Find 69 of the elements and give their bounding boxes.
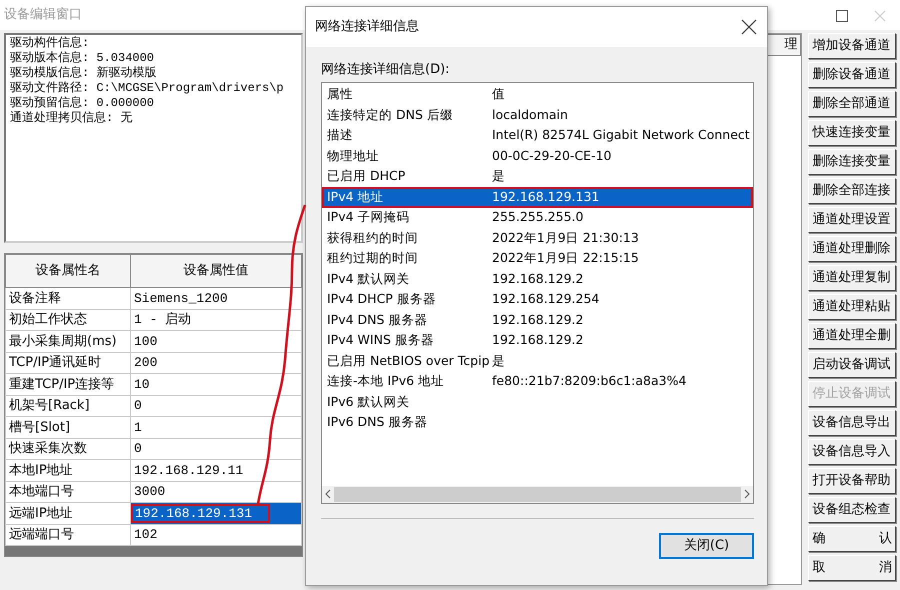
table-cell[interactable]: 0 — [130, 438, 302, 460]
action-button[interactable]: 设备组态检查 — [808, 497, 896, 523]
action-button[interactable]: 通道处理复制 — [808, 265, 896, 291]
scroll-thumb[interactable] — [334, 486, 741, 502]
table-cell: 最小采集周期(ms) — [6, 330, 130, 352]
list-row[interactable]: IPv6 DNS 服务器 — [322, 412, 753, 433]
scrollbar[interactable] — [322, 486, 753, 502]
list-row[interactable]: 获得租约的时间 2022年1月9日 21:30:13 — [322, 228, 753, 248]
column-header: 值 — [492, 85, 506, 104]
action-button[interactable]: 取 消 — [808, 555, 896, 581]
table-cell[interactable]: 192.168.129.11 — [130, 460, 302, 481]
action-button[interactable]: 通道处理删除 — [808, 236, 896, 262]
list-row[interactable]: IPv4 DHCP 服务器 192.168.129.254 — [322, 290, 753, 310]
table-cell[interactable]: 0 — [130, 395, 302, 416]
table-cell: 本地IP地址 — [6, 460, 130, 481]
list-row[interactable]: IPv4 WINS 服务器 192.168.129.2 — [322, 330, 753, 351]
action-button[interactable]: 删除全部连接 — [808, 178, 896, 204]
action-button[interactable]: 设备信息导入 — [808, 439, 896, 465]
list-row[interactable]: 已启用 DHCP 是 — [322, 166, 753, 187]
scrollbar[interactable] — [5, 546, 302, 556]
table-cell[interactable]: 1 - 启动 — [130, 309, 302, 330]
list-label: 网络连接详细信息(D): — [321, 61, 451, 79]
column-header: 设备属性值 — [130, 254, 302, 288]
list-row[interactable]: IPv4 DNS 服务器 192.168.129.2 — [322, 310, 753, 330]
list-row[interactable]: 描述 Intel(R) 82574L Gigabit Network Connect — [322, 126, 753, 146]
action-button[interactable]: 增加设备通道 — [808, 33, 896, 59]
action-button[interactable]: 快速连接变量 — [808, 120, 896, 146]
table-cell[interactable]: Siemens_1200 — [130, 288, 302, 309]
column-header: 设备属性名 — [6, 254, 130, 288]
table-cell: TCP/IP通讯延时 — [6, 352, 130, 374]
list-row[interactable]: IPv4 地址 192.168.129.131 — [322, 187, 753, 208]
action-button[interactable]: 启动设备调试 — [808, 352, 896, 378]
action-button[interactable]: 设备信息导出 — [808, 410, 896, 436]
table-cell: 初始工作状态 — [6, 309, 130, 330]
list-row[interactable]: IPv4 子网掩码 255.255.255.0 — [322, 208, 753, 228]
table-cell: 机架号[Rack] — [6, 395, 130, 416]
list-row[interactable]: 连接-本地 IPv6 地址 fe80::21b7:8209:b6c1:a8a3%4 — [322, 372, 753, 392]
list-row[interactable]: 连接特定的 DNS 后缀 localdomain — [322, 105, 753, 126]
action-button[interactable]: 通道处理设置 — [808, 207, 896, 233]
list-row[interactable]: 租约过期的时间 2022年1月9日 22:15:15 — [322, 248, 753, 269]
action-button[interactable]: 通道处理全删 — [808, 323, 896, 349]
table-cell: 槽号[Slot] — [6, 416, 130, 438]
action-button[interactable]: 打开设备帮助 — [808, 468, 896, 494]
table-cell[interactable]: 10 — [130, 374, 302, 395]
close-button[interactable]: 关闭(C) — [659, 532, 754, 558]
action-button[interactable]: 删除连接变量 — [808, 149, 896, 175]
table-cell: 快速采集次数 — [6, 438, 130, 460]
table-cell: 远端IP地址 — [6, 502, 130, 524]
column-header: 属性 — [327, 85, 354, 104]
driver-info-text: 驱动构件信息: 驱动版本信息: 5.034000 驱动模版信息: 新驱动模版 驱动文件路径: C:\MCGSE\Program\drivers\p 驱动预留信息: 0.000000 通道处理拷贝信息: 无 — [4, 33, 303, 243]
table-cell[interactable]: 100 — [130, 330, 302, 352]
action-button[interactable]: 通道处理粘贴 — [808, 294, 896, 320]
action-button[interactable]: 删除设备通道 — [808, 62, 896, 88]
action-button[interactable]: 确 认 — [808, 526, 896, 552]
table-cell[interactable]: 192.168.129.131 — [130, 502, 302, 524]
list-row[interactable]: IPv4 默认网关 192.168.129.2 — [322, 269, 753, 290]
list-row[interactable]: 已启用 NetBIOS over Tcpip 是 — [322, 351, 753, 372]
table-cell[interactable]: 200 — [130, 352, 302, 374]
list-row[interactable]: IPv6 默认网关 — [322, 392, 753, 412]
window-title: 设备编辑窗口 — [4, 6, 82, 24]
list-row[interactable]: 物理地址 00-0C-29-20-CE-10 — [322, 146, 753, 166]
table-cell[interactable]: 1 — [130, 416, 302, 438]
close-icon[interactable] — [739, 17, 759, 37]
table-cell: 重建TCP/IP连接等 — [6, 374, 130, 395]
table-cell-value: 192.168.129.131 — [132, 504, 270, 523]
action-button[interactable]: 删除全部通道 — [808, 91, 896, 117]
table-cell: 设备注释 — [6, 288, 130, 309]
dialog-title: 网络连接详细信息 — [315, 18, 419, 36]
table-cell: 本地端口号 — [6, 481, 130, 502]
